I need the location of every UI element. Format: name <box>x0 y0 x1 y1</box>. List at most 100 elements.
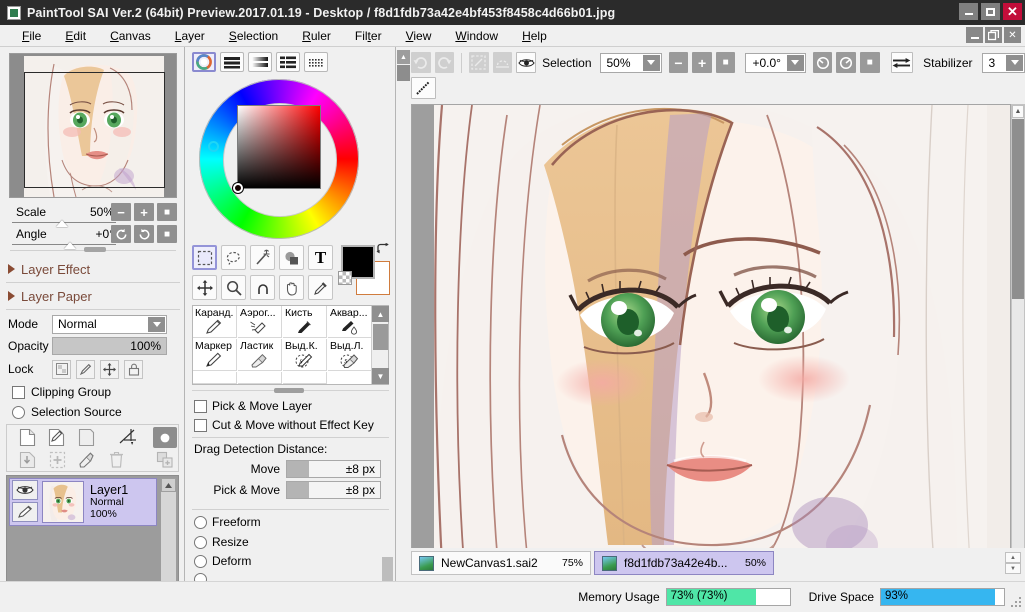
zoom-reset-button[interactable]: ■ <box>715 52 736 73</box>
scroll-down-arrow-icon[interactable]: ▼ <box>1005 563 1021 574</box>
angle-reset-button[interactable]: ■ <box>157 225 177 243</box>
clipping-group-checkbox[interactable] <box>12 385 25 399</box>
lasso-selection-tool[interactable] <box>221 245 246 270</box>
brush-scroll-thumb[interactable] <box>373 324 388 350</box>
layer-list-item[interactable]: Layer1 Normal 100% <box>9 478 157 526</box>
layer-mask-icon[interactable] <box>153 427 177 448</box>
layer-mode-select[interactable]: Normal <box>52 314 167 334</box>
brush-grid-scrollbar[interactable]: ▲ ▼ <box>371 306 389 384</box>
menu-item-ruler[interactable]: Ruler <box>290 27 343 45</box>
brush-grid-horizontal-scrollbar[interactable] <box>192 387 389 395</box>
clear-layer-icon[interactable] <box>74 449 98 470</box>
canvas-vertical-scrollbar[interactable]: ▲ ▼ <box>1011 104 1025 563</box>
hsv-gradient-icon[interactable] <box>248 52 272 72</box>
vertical-scroll-thumb[interactable] <box>1012 119 1024 299</box>
pick-and-move-layer-option[interactable]: Pick & Move Layer <box>194 399 312 413</box>
brush-cell[interactable]: Аэрог... <box>238 306 282 338</box>
document-tabs-scrollbar[interactable]: ▲ ▼ <box>1005 552 1021 574</box>
hand-tool[interactable] <box>279 275 304 300</box>
brush-cell[interactable]: Ластик <box>238 339 282 371</box>
doc-close-button[interactable]: ✕ <box>1004 27 1021 43</box>
color-wheel-icon[interactable] <box>192 52 216 72</box>
transparent-color-icon[interactable] <box>338 271 352 285</box>
selection-source-row[interactable]: Selection Source <box>0 401 185 423</box>
flip-horizontal-icon[interactable] <box>890 52 914 73</box>
delete-layer-icon[interactable] <box>104 449 128 470</box>
chevron-down-icon[interactable] <box>642 54 660 71</box>
menu-item-layer[interactable]: Layer <box>163 27 217 45</box>
menu-item-window[interactable]: Window <box>443 27 510 45</box>
rail-block[interactable] <box>397 65 410 81</box>
deform-option[interactable]: Deform <box>194 554 251 568</box>
brush-cell-partial[interactable] <box>283 372 327 384</box>
close-button[interactable]: ✕ <box>1003 3 1022 20</box>
add-to-selection-icon[interactable] <box>45 449 69 470</box>
saturation-value-marker[interactable] <box>233 183 243 193</box>
rotate-cw-button[interactable] <box>134 225 154 243</box>
document-tab-active[interactable]: f8d1fdb73a42e4b... 50% <box>594 551 774 575</box>
menu-item-view[interactable]: View <box>394 27 444 45</box>
brush-cell[interactable]: Маркер <box>193 339 237 371</box>
freeform-option[interactable]: Freeform <box>194 515 261 529</box>
zoom-tool[interactable] <box>221 275 246 300</box>
deform-radio[interactable] <box>194 554 207 568</box>
deselect-icon[interactable] <box>492 52 513 73</box>
merge-down-icon[interactable] <box>15 449 39 470</box>
zoom-select[interactable]: 50% <box>599 52 662 73</box>
pick-and-move-layer-checkbox[interactable] <box>194 399 207 413</box>
cut-and-move-option[interactable]: Cut & Move without Effect Key <box>194 418 374 432</box>
brush-selector-grid[interactable]: Каранд. Аэрог... Кисть Аквар... Маркер Л… <box>192 305 389 385</box>
rotate-ccw-button[interactable] <box>111 225 131 243</box>
menu-item-filter[interactable]: Filter <box>343 27 394 45</box>
scroll-up-arrow-icon[interactable] <box>161 478 176 492</box>
angle-reset-button[interactable]: ■ <box>860 52 880 73</box>
maximize-button[interactable] <box>981 3 1000 20</box>
menu-item-help[interactable]: Help <box>510 27 559 45</box>
canvas-angle-select[interactable]: +0.0° <box>745 52 806 73</box>
saturation-value-square[interactable] <box>237 105 321 189</box>
document-tab[interactable]: NewCanvas1.sai2 75% <box>411 551 591 575</box>
color-mixer-icon[interactable] <box>304 52 328 72</box>
lock-move-icon[interactable] <box>100 359 119 379</box>
resize-radio[interactable] <box>194 535 207 549</box>
eye-icon[interactable] <box>12 480 38 500</box>
scale-increase-button[interactable]: + <box>134 203 154 221</box>
select-all-icon[interactable] <box>469 52 489 73</box>
section-layer-paper[interactable]: Layer Paper <box>0 285 185 307</box>
angle-slider-handle[interactable] <box>64 242 76 249</box>
scale-decrease-button[interactable]: − <box>111 203 131 221</box>
chevron-down-icon[interactable] <box>148 316 165 332</box>
redo-icon[interactable] <box>434 52 455 73</box>
navigator-preview[interactable] <box>9 53 177 198</box>
scroll-up-arrow-icon[interactable]: ▲ <box>1012 105 1024 118</box>
resize-option[interactable]: Resize <box>194 535 249 549</box>
selection-visibility-eye-icon[interactable] <box>516 52 537 73</box>
minimize-button[interactable] <box>959 3 978 20</box>
rect-selection-tool[interactable] <box>192 245 217 270</box>
brush-cell-partial[interactable] <box>238 372 282 384</box>
ruler-icon[interactable] <box>117 427 141 448</box>
scroll-up-arrow-icon[interactable]: ▲ <box>372 306 389 322</box>
brush-cell[interactable]: Аквар... <box>328 306 372 338</box>
menu-item-canvas[interactable]: Canvas <box>98 27 163 45</box>
lock-pixels-icon[interactable] <box>52 359 71 379</box>
lock-all-icon[interactable] <box>124 359 143 379</box>
new-linework-layer-icon[interactable] <box>45 427 69 448</box>
new-layer-icon[interactable] <box>15 427 39 448</box>
resize-grip[interactable] <box>1010 597 1022 609</box>
zoom-out-button[interactable]: − <box>668 52 689 73</box>
brush-cell[interactable]: Выд.Л. S <box>328 339 372 371</box>
swap-colors-icon[interactable] <box>376 243 390 257</box>
canvas-viewport[interactable] <box>411 104 1011 578</box>
move-distance-slider[interactable]: ±8 px <box>286 460 381 478</box>
brush-cell[interactable]: Выд.К. S <box>283 339 327 371</box>
doc-restore-button[interactable] <box>985 27 1002 43</box>
rail-scroll-up-icon[interactable]: ▲ <box>397 50 410 64</box>
canvas-artwork[interactable] <box>412 105 1010 565</box>
brush-cell[interactable]: Каранд. <box>193 306 237 338</box>
menu-item-selection[interactable]: Selection <box>217 27 290 45</box>
pencil-icon[interactable] <box>12 502 38 522</box>
brush-cell-partial[interactable] <box>193 372 237 384</box>
rgb-sliders-icon[interactable] <box>220 52 244 72</box>
zoom-in-button[interactable]: + <box>692 52 712 73</box>
